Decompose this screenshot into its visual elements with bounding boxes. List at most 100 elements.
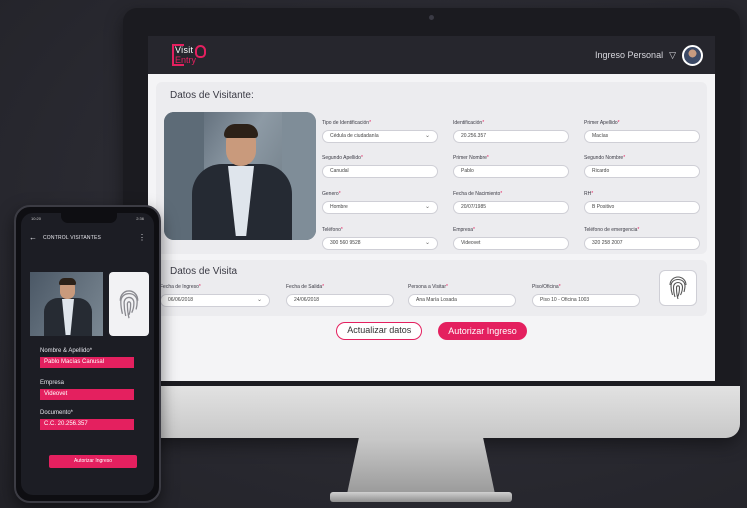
required-mark: * (486, 155, 489, 161)
phone-authorize-button[interactable]: Autorizar Ingreso (49, 455, 137, 468)
phone-fingerprint[interactable] (109, 272, 149, 336)
required-mark: * (445, 284, 448, 290)
field-value: Pablo (461, 168, 474, 174)
required-mark: * (360, 155, 363, 161)
field-label-text: Fecha de Salida (286, 284, 323, 290)
field-label-text: Piso/Oficina (532, 284, 559, 290)
field-label-text: Segundo Apellido (322, 155, 361, 161)
fingerprint-scanner[interactable] (659, 270, 697, 306)
form-field: Identificación* 20.256.357 (453, 120, 569, 143)
select-field[interactable]: Hombre ⌄ (322, 201, 438, 214)
form-field: Primer Nombre* Pablo (453, 155, 569, 178)
field-label: RH* (584, 191, 700, 197)
phone-field-value: Pablo Macías Canusal (40, 357, 134, 368)
field-value: Ricardo (592, 168, 610, 174)
field-label-text: Identificación (453, 120, 483, 126)
text-input[interactable]: 20.256.357 (453, 130, 569, 143)
text-input[interactable]: 20/07/1985 (453, 201, 569, 214)
field-value: 20/07/1985 (461, 204, 487, 210)
logo-fingerprint-icon (195, 45, 206, 58)
text-input[interactable]: 24/06/2018 (286, 294, 394, 307)
form-field: Tipo de Identificación* Cédula de ciudada… (322, 120, 438, 143)
field-label: Persona a Visitar* (408, 284, 516, 290)
field-label: Segundo Apellido* (322, 155, 438, 161)
text-input[interactable]: Piso 10 - Oficina 1003 (532, 294, 640, 307)
form-field: Empresa* Videovet (453, 227, 569, 250)
form-field: Teléfono* 300 560 9528 ⌄ (322, 227, 438, 250)
phone-field-label: Nombre & Apellido* (40, 348, 93, 354)
field-label-text: Persona a Visitar (408, 284, 446, 290)
field-label: Empresa* (453, 227, 569, 233)
form-field: Segundo Apellido* Canudal (322, 155, 438, 178)
field-value: Canudal (330, 168, 349, 174)
form-field: Fecha de Salida* 24/06/2018 (286, 284, 394, 307)
monitor-stand (347, 438, 495, 494)
field-value: B Positivo (592, 204, 615, 210)
field-label-text: Segundo Nombre (584, 155, 624, 161)
field-value: 24/06/2018 (294, 297, 320, 303)
required-mark: * (637, 227, 640, 233)
text-input[interactable]: Videovet (453, 237, 569, 250)
phone-app-header: ← CONTROL VISITANTES ⋮ (29, 233, 146, 242)
field-value: Piso 10 - Oficina 1003 (540, 297, 590, 303)
phone-field-value: C.C. 20.256.357 (40, 419, 134, 430)
chevron-down-icon: ⌄ (256, 297, 262, 303)
required-mark: * (473, 227, 475, 233)
kebab-menu-icon[interactable]: ⋮ (138, 233, 146, 242)
status-bar: 10:20 2:36 (31, 216, 144, 221)
form-field: RH* B Positivo (584, 191, 700, 214)
required-mark: * (617, 120, 620, 126)
chevron-down-icon: ⌄ (424, 240, 430, 246)
select-field[interactable]: Cédula de ciudadanía ⌄ (322, 130, 438, 143)
text-input[interactable]: Pablo (453, 165, 569, 178)
form-field: Fecha de Nacimiento* 20/07/1985 (453, 191, 569, 214)
desktop-monitor: Visit Entry Ingreso Personal ▽ Datos de … (123, 8, 740, 438)
field-value: 320 258 2007 (592, 240, 623, 246)
field-value: Videovet (461, 240, 481, 246)
text-input[interactable]: Canudal (322, 165, 438, 178)
text-input[interactable]: Ana María Losada (408, 294, 516, 307)
field-label-text: Teléfono de emergencia (584, 227, 638, 233)
phone-field-value: Videovet (40, 389, 134, 400)
required-mark: * (623, 155, 626, 161)
authorize-entry-button[interactable]: Autorizar Ingreso (438, 322, 527, 340)
desktop-screen: Visit Entry Ingreso Personal ▽ Datos de … (148, 36, 715, 381)
select-field[interactable]: 06/06/2018 ⌄ (160, 294, 270, 307)
field-value: 300 560 9528 (330, 240, 361, 246)
field-value: Cédula de ciudadanía (330, 133, 379, 139)
form-actions: Actualizar datos Autorizar Ingreso (148, 322, 715, 340)
logo-text-top: Visit (175, 45, 194, 55)
field-value: Ana María Losada (416, 297, 457, 303)
webcam (429, 15, 434, 20)
visitor-section-title: Datos de Visitante: (170, 90, 254, 101)
text-input[interactable]: B Positivo (584, 201, 700, 214)
field-label: Fecha de Nacimiento* (453, 191, 569, 197)
back-arrow-icon[interactable]: ← (29, 233, 37, 242)
field-value: Hombre (330, 204, 348, 210)
avatar[interactable] (682, 44, 703, 66)
field-label: Fecha de Ingreso* (160, 284, 270, 290)
text-input[interactable]: 320 258 2007 (584, 237, 700, 250)
text-input[interactable]: Macías (584, 130, 700, 143)
field-label-text: Teléfono (322, 227, 341, 233)
update-data-button[interactable]: Actualizar datos (336, 322, 423, 340)
visit-data-card: Datos de Visita Fecha de Ingreso* 06/06/2… (156, 260, 707, 316)
form-field: Teléfono de emergencia* 320 258 2007 (584, 227, 700, 250)
select-field[interactable]: 300 560 9528 ⌄ (322, 237, 438, 250)
field-label: Tipo de Identificación* (322, 120, 438, 126)
user-menu[interactable]: Ingreso Personal ▽ (595, 44, 703, 66)
chevron-down-icon: ▽ (669, 49, 676, 60)
field-label-text: Empresa (453, 227, 474, 233)
status-left: 10:20 (31, 216, 42, 221)
text-input[interactable]: Ricardo (584, 165, 700, 178)
phone-field-label: Documento* (40, 410, 74, 416)
field-label-text: Primer Nombre (453, 155, 487, 161)
visitor-data-card: Datos de Visitante: Tipo de Identificaci… (156, 82, 707, 254)
form-field: Segundo Nombre* Ricardo (584, 155, 700, 178)
form-field: Primer Apellido* Macías (584, 120, 700, 143)
logo-text-bottom: Entry (175, 55, 197, 65)
required-mark: * (340, 227, 343, 233)
app-logo[interactable]: Visit Entry (172, 41, 208, 69)
required-mark: * (338, 191, 341, 197)
monitor-stand-base (330, 492, 512, 502)
